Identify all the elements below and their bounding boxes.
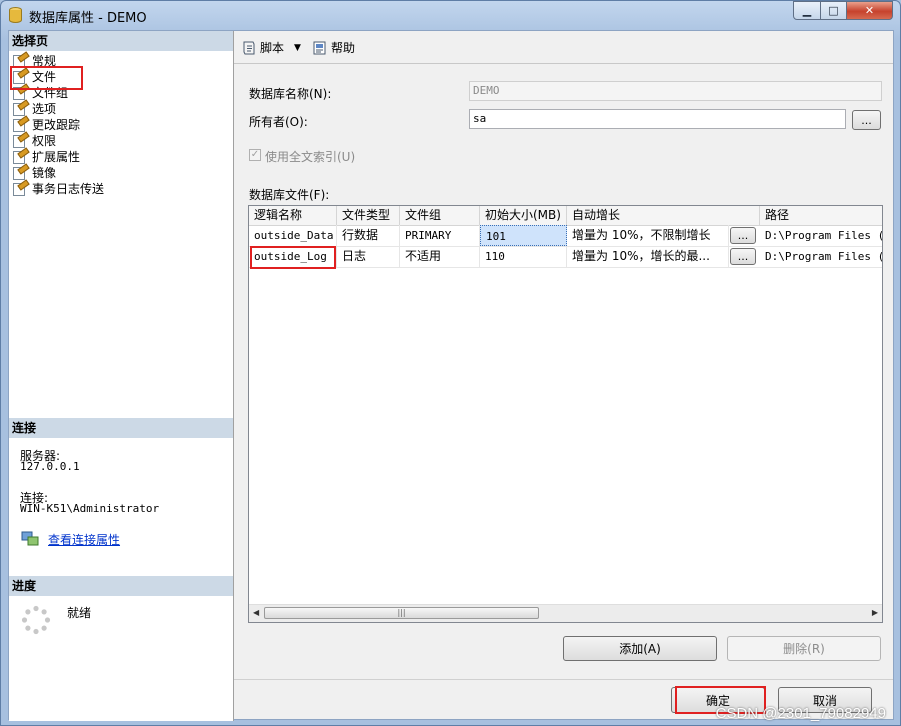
table-row[interactable]: outside_Data 行数据 PRIMARY 101 增量为 10%，不限制… xyxy=(249,225,882,247)
fulltext-label: 使用全文索引(U) xyxy=(265,150,356,164)
minimize-button[interactable]: ▁ xyxy=(793,1,821,20)
cell-path[interactable]: D:\Program Files (x8 xyxy=(760,246,882,267)
page-icon xyxy=(13,146,30,164)
cell-file-type[interactable]: 日志 xyxy=(337,246,400,267)
add-button[interactable]: 添加(A) xyxy=(563,636,717,661)
remove-button[interactable]: 删除(R) xyxy=(727,636,881,661)
grid-header: 逻辑名称 文件类型 文件组 初始大小(MB) 自动增长 路径 xyxy=(249,206,882,226)
script-label: 脚本 xyxy=(260,41,285,55)
dialog-client: 选择页 常规 文件 文件组 选项 更改跟踪 权限 扩展属性 镜像 事务日志传送 … xyxy=(8,30,894,721)
cell-autogrowth[interactable]: 增量为 10%，增长的最... xyxy=(567,246,729,267)
title-bar[interactable]: 数据库属性 - DEMO ▁ □ ✕ xyxy=(1,1,900,29)
connection-properties-icon xyxy=(21,531,39,546)
watermark: CSDN @2301_79082949 xyxy=(715,705,886,722)
dropdown-arrow-icon[interactable]: ▼ xyxy=(294,43,301,53)
page-icon xyxy=(13,50,30,68)
progress-spinner-icon xyxy=(21,605,51,635)
cell-path[interactable]: D:\Program Files (x8 xyxy=(760,225,882,246)
nav-item-label: 选项 xyxy=(32,101,57,116)
nav-item-label: 扩展属性 xyxy=(32,149,81,164)
nav-item-log-shipping[interactable]: 事务日志传送 xyxy=(13,178,105,196)
nav-item-label: 镜像 xyxy=(32,165,57,180)
left-pane: 选择页 常规 文件 文件组 选项 更改跟踪 权限 扩展属性 镜像 事务日志传送 … xyxy=(9,31,234,721)
nav-item-permissions[interactable]: 权限 xyxy=(13,130,57,148)
maximize-icon: □ xyxy=(828,4,839,17)
right-pane: 脚本 ▼ 帮助 数据库名称(N): DEMO 所有者(O): sa ... ✓ xyxy=(234,31,893,721)
cell-initial-size[interactable]: 101 xyxy=(480,225,567,246)
nav-item-mirroring[interactable]: 镜像 xyxy=(13,162,57,180)
owner-field[interactable]: sa xyxy=(469,109,846,129)
owner-label: 所有者(O): xyxy=(249,115,308,129)
script-icon xyxy=(243,41,255,54)
scroll-thumb[interactable]: ||| xyxy=(264,607,539,619)
nav-item-change-tracking[interactable]: 更改跟踪 xyxy=(13,114,81,132)
col-autogrowth[interactable]: 自动增长 xyxy=(567,206,760,225)
window-title: 数据库属性 - DEMO xyxy=(29,11,147,26)
close-icon: ✕ xyxy=(864,4,875,17)
progress-status: 就绪 xyxy=(67,606,92,620)
cell-initial-size[interactable]: 110 xyxy=(480,246,567,267)
scroll-right-icon[interactable]: ▶ xyxy=(872,608,878,617)
db-name-field[interactable]: DEMO xyxy=(469,81,882,101)
cell-filegroup[interactable]: PRIMARY xyxy=(400,225,480,246)
toolbar: 脚本 ▼ 帮助 xyxy=(234,31,893,64)
col-file-type[interactable]: 文件类型 xyxy=(337,206,400,225)
db-files-label: 数据库文件(F): xyxy=(249,188,330,202)
database-icon xyxy=(9,7,22,23)
page-icon xyxy=(13,178,30,196)
cell-logical-name[interactable]: outside_Data xyxy=(249,225,337,246)
db-name-label: 数据库名称(N): xyxy=(249,87,332,101)
owner-browse-button[interactable]: ... xyxy=(852,110,881,130)
fulltext-checkbox[interactable]: ✓ xyxy=(249,149,261,161)
autogrowth-edit-button[interactable]: ... xyxy=(730,248,756,265)
nav-item-label: 权限 xyxy=(32,133,57,148)
nav-item-options[interactable]: 选项 xyxy=(13,98,57,116)
connection-value: WIN-K51\Administrator xyxy=(20,502,160,515)
scroll-left-icon[interactable]: ◀ xyxy=(253,608,259,617)
page-icon xyxy=(13,98,30,116)
properties-window: 数据库属性 - DEMO ▁ □ ✕ 选择页 常规 文件 文件组 选项 更改跟踪… xyxy=(0,0,901,726)
bottom-separator xyxy=(234,679,893,680)
nav-item-extended-properties[interactable]: 扩展属性 xyxy=(13,146,81,164)
col-filegroup[interactable]: 文件组 xyxy=(400,206,480,225)
col-logical-name[interactable]: 逻辑名称 xyxy=(249,206,337,225)
horizontal-scrollbar[interactable]: ◀ ||| ▶ xyxy=(249,604,882,622)
progress-header: 进度 xyxy=(9,576,233,596)
autogrowth-edit-button[interactable]: ... xyxy=(730,227,756,244)
connection-header: 连接 xyxy=(9,418,233,438)
nav-item-label: 事务日志传送 xyxy=(32,181,105,196)
view-connection-properties-link[interactable]: 查看连接属性 xyxy=(48,531,120,548)
maximize-button[interactable]: □ xyxy=(820,1,847,20)
help-icon xyxy=(313,41,326,54)
table-row[interactable]: outside_Log 日志 不适用 110 增量为 10%，增长的最... .… xyxy=(249,246,882,268)
col-path[interactable]: 路径 xyxy=(760,206,882,225)
page-icon xyxy=(13,162,30,180)
close-button[interactable]: ✕ xyxy=(846,1,893,20)
highlight-log-cell-box xyxy=(250,246,336,269)
script-button[interactable]: 脚本 ▼ xyxy=(241,39,301,56)
nav-item-label: 更改跟踪 xyxy=(32,117,81,132)
cell-filegroup[interactable]: 不适用 xyxy=(400,246,480,267)
page-icon xyxy=(13,130,30,148)
help-button[interactable]: 帮助 xyxy=(312,39,355,56)
highlight-files-box xyxy=(10,66,83,90)
select-page-header: 选择页 xyxy=(9,31,233,51)
help-label: 帮助 xyxy=(331,41,356,55)
page-icon xyxy=(13,114,30,132)
cell-autogrowth[interactable]: 增量为 10%，不限制增长 xyxy=(567,225,729,246)
col-initial-size[interactable]: 初始大小(MB) xyxy=(480,206,567,225)
minimize-icon: ▁ xyxy=(802,4,812,17)
server-value: 127.0.0.1 xyxy=(20,460,80,473)
cell-file-type[interactable]: 行数据 xyxy=(337,225,400,246)
db-files-grid[interactable]: 逻辑名称 文件类型 文件组 初始大小(MB) 自动增长 路径 outside_D… xyxy=(248,205,883,623)
